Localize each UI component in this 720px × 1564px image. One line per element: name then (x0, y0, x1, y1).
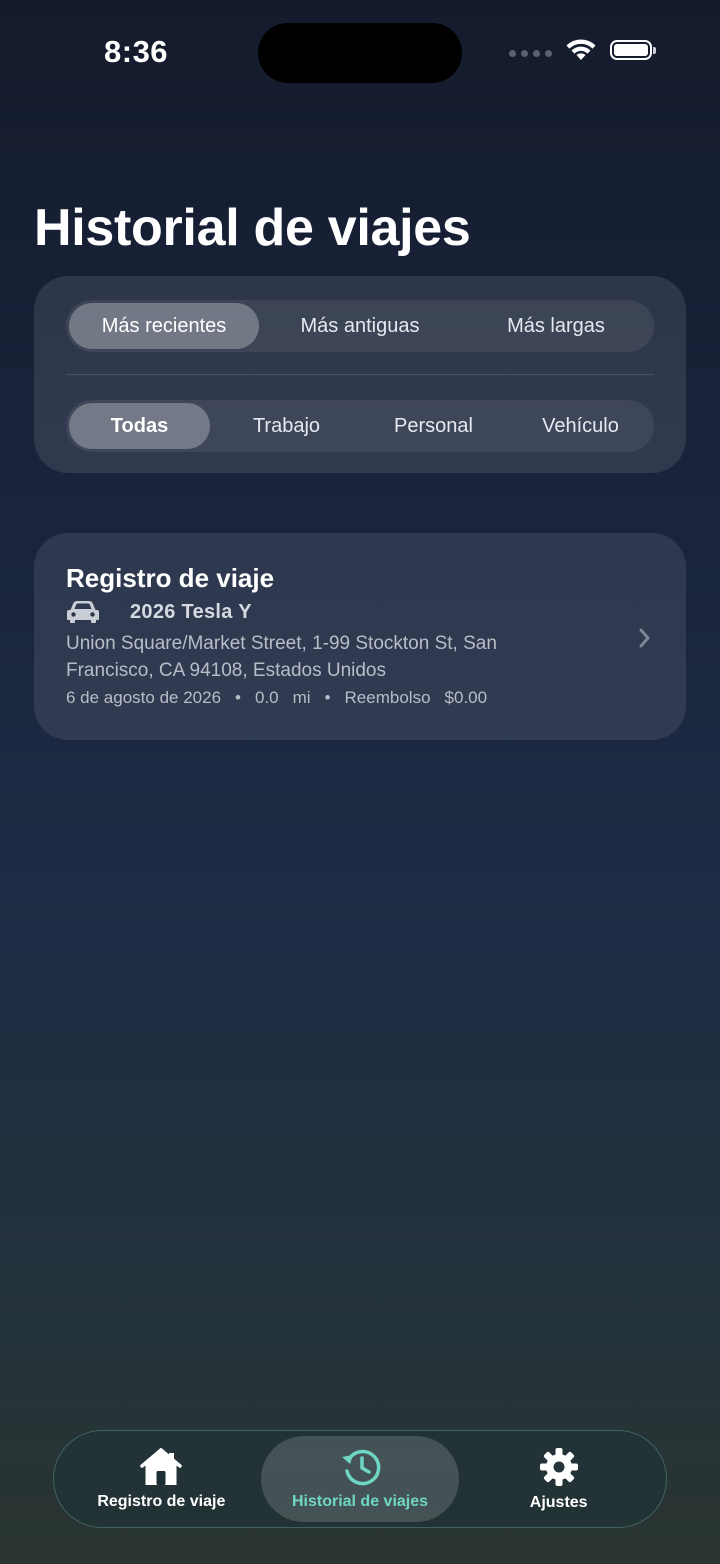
category-segmented-control: Todas Trabajo Personal Vehículo (66, 400, 654, 452)
battery-icon (610, 40, 656, 60)
page-title: Historial de viajes (34, 199, 471, 257)
sort-option-recent[interactable]: Más recientes (69, 303, 259, 349)
trip-title: Registro de viaje (66, 563, 275, 593)
filter-divider (66, 374, 654, 375)
dynamic-island (258, 23, 462, 83)
trip-reimbursement-label: Reembolso (344, 688, 431, 707)
tab-label: Registro de viaje (97, 1493, 226, 1510)
sort-segmented-control: Más recientes Más antiguas Más largas (66, 300, 654, 352)
status-icons (509, 38, 656, 62)
category-option-all[interactable]: Todas (69, 403, 210, 449)
trip-distance-unit: mi (292, 688, 311, 707)
tab-bar: Registro de viaje Historial de viajes Aj… (53, 1430, 667, 1528)
sort-option-longest[interactable]: Más largas (461, 303, 651, 349)
sort-option-oldest[interactable]: Más antiguas (265, 303, 455, 349)
tab-settings[interactable]: Ajustes (459, 1436, 658, 1522)
trip-vehicle-row: 2026 Tesla Y (66, 600, 654, 624)
category-option-work[interactable]: Trabajo (216, 403, 357, 449)
trip-date: 6 de agosto de 2026 (66, 688, 222, 707)
trip-reimbursement-amount: $0.00 (444, 688, 488, 707)
chevron-right-icon (639, 628, 650, 648)
trip-address: Union Square/Market Street, 1-99 Stockto… (66, 633, 497, 681)
trip-meta: 6 de agosto de 2026 • 0.0 mi • Reembolso… (66, 688, 654, 708)
trip-vehicle-name: 2026 Tesla Y (130, 600, 252, 623)
wifi-icon (566, 39, 596, 60)
trip-distance: 0.0 (254, 688, 279, 707)
house-icon (140, 1448, 183, 1485)
meta-separator: • (235, 688, 241, 707)
trip-card[interactable]: Registro de viaje 2026 Tesla Y Union Squ… (34, 533, 686, 740)
gear-icon (539, 1448, 578, 1486)
category-option-personal[interactable]: Personal (363, 403, 504, 449)
car-icon (67, 601, 99, 623)
history-icon (342, 1449, 381, 1486)
tab-trip-log[interactable]: Registro de viaje (62, 1436, 261, 1522)
tab-trip-history[interactable]: Historial de viajes (260, 1436, 460, 1522)
tab-label: Ajustes (529, 1494, 588, 1511)
meta-separator: • (324, 688, 331, 707)
tab-label: Historial de viajes (291, 1493, 429, 1510)
filter-card: Más recientes Más antiguas Más largas To… (34, 276, 686, 473)
cellular-dots-icon (509, 49, 552, 57)
status-time: 8:36 (104, 34, 169, 69)
category-option-vehicle[interactable]: Vehículo (510, 403, 651, 449)
